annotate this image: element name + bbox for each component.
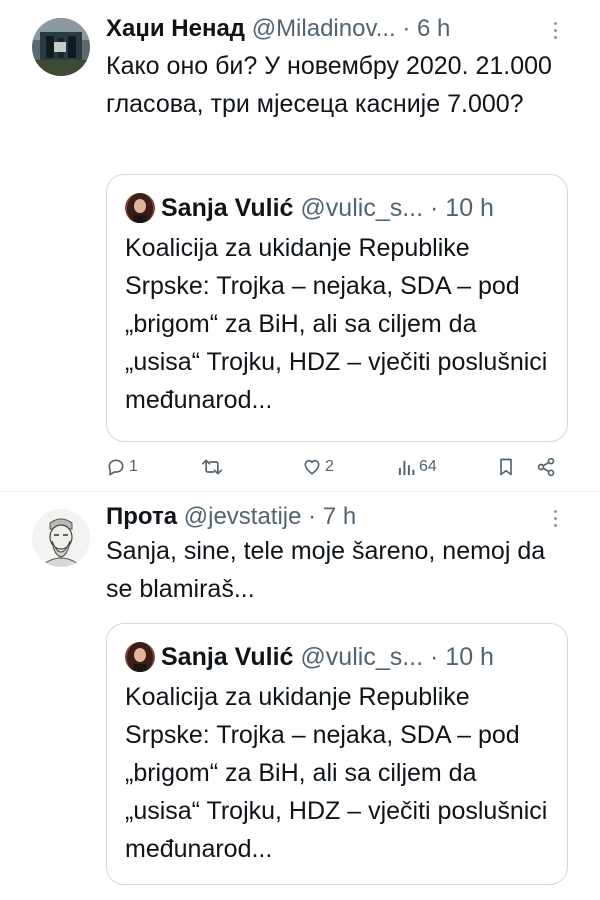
retweet-button[interactable] [201, 455, 226, 479]
separator-dot: · [308, 503, 317, 530]
tweet-actions: 1 2 64 [106, 455, 568, 479]
tweet[interactable]: Хаџи Ненад @Miladinov... · 6 h Како оно … [0, 0, 600, 492]
author-name[interactable]: Прота [106, 503, 177, 530]
tweet-header: Хаџи Ненад @Miladinov... · 6 h [106, 12, 552, 46]
tweet-text: Sanja, sine, tele moje šareno, nemoj da … [106, 537, 546, 603]
more-options-icon[interactable] [552, 22, 558, 42]
quoted-tweet[interactable]: Sanja Vulić @vulic_s... · 10 h Koalicija… [106, 174, 568, 442]
views-icon [398, 458, 416, 476]
timestamp[interactable]: 7 h [323, 503, 356, 530]
quoted-tweet-text: Koalicija za ukidanje Republike Srpske: … [125, 683, 548, 863]
reply-button[interactable]: 1 [106, 455, 138, 479]
quoted-timestamp: 10 h [445, 194, 494, 222]
quoted-author-handle: @vulic_s... [300, 194, 424, 222]
quoted-timestamp: 10 h [445, 643, 494, 671]
tweet[interactable]: Прота @jevstatije · 7 h Sanja, sine, tel… [0, 493, 600, 900]
share-button[interactable] [536, 455, 556, 479]
timestamp[interactable]: 6 h [417, 15, 450, 42]
avatar [125, 193, 155, 223]
quoted-tweet-header: Sanja Vulić @vulic_s... · 10 h [125, 640, 555, 674]
quoted-author-handle: @vulic_s... [300, 643, 424, 671]
retweet-icon [201, 457, 223, 477]
more-options-icon[interactable] [552, 510, 558, 530]
quoted-tweet-text: Koalicija za ukidanje Republike Srpske: … [125, 234, 548, 414]
quoted-tweet-header: Sanja Vulić @vulic_s... · 10 h [125, 191, 555, 225]
bookmark-button[interactable] [497, 455, 515, 479]
avatar[interactable] [32, 18, 90, 76]
tweet-divider [0, 491, 600, 492]
views-button[interactable]: 64 [398, 455, 437, 479]
author-name[interactable]: Хаџи Ненад [106, 15, 245, 42]
view-count: 64 [419, 458, 437, 475]
separator-dot: · [430, 194, 439, 222]
reply-icon [106, 457, 126, 477]
author-handle[interactable]: @Miladinov... [252, 15, 396, 42]
tweet-text: Како оно би? У новембру 2020. 21.000 гла… [106, 52, 552, 118]
reply-count: 1 [129, 458, 138, 475]
tweet-header: Прота @jevstatije · 7 h [106, 500, 552, 534]
quoted-author-name: Sanja Vulić [161, 194, 294, 222]
avatar[interactable] [32, 509, 90, 567]
like-icon [302, 457, 322, 477]
quoted-tweet[interactable]: Sanja Vulić @vulic_s... · 10 h Koalicija… [106, 623, 568, 885]
author-handle[interactable]: @jevstatije [184, 503, 302, 530]
like-button[interactable]: 2 [302, 455, 334, 479]
share-icon [536, 457, 556, 477]
bookmark-icon [497, 457, 515, 477]
quoted-author-name: Sanja Vulić [161, 643, 294, 671]
avatar [125, 642, 155, 672]
separator-dot: · [430, 643, 439, 671]
separator-dot: · [402, 15, 411, 42]
like-count: 2 [325, 458, 334, 475]
